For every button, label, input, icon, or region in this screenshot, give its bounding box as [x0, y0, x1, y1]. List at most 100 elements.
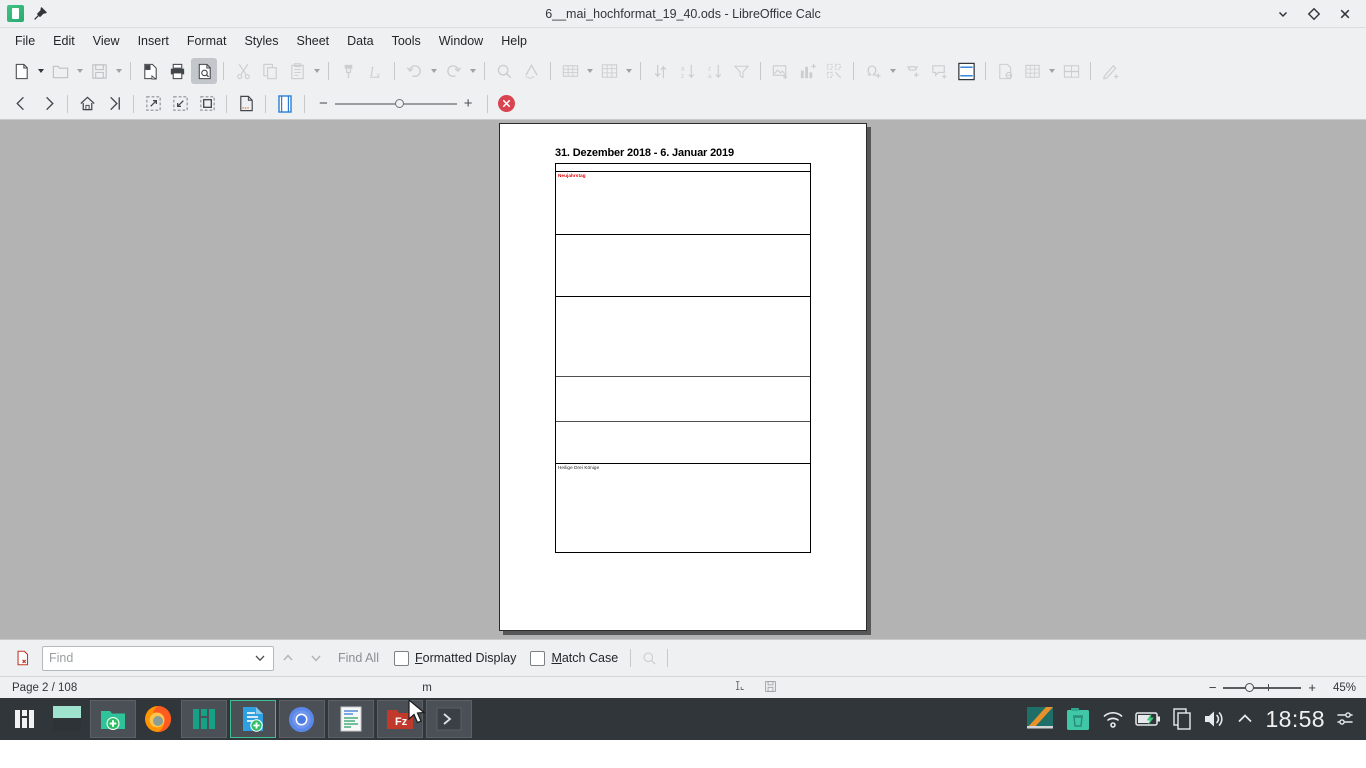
- menu-data[interactable]: Data: [338, 31, 382, 51]
- search-input-wrapper[interactable]: [42, 646, 274, 671]
- menu-window[interactable]: Window: [430, 31, 492, 51]
- display-settings-icon[interactable]: [1026, 706, 1054, 732]
- taskbar-task-document-viewer[interactable]: [328, 700, 374, 738]
- column-dropdown[interactable]: [623, 58, 634, 84]
- clear-formatting-button[interactable]: Ix: [362, 58, 388, 84]
- freeze-rows-columns-button[interactable]: [953, 58, 979, 84]
- redo-dropdown[interactable]: [467, 58, 478, 84]
- checkbox-box[interactable]: [394, 651, 409, 666]
- undo-button[interactable]: [401, 58, 427, 84]
- taskbar-task-terminal[interactable]: [426, 700, 472, 738]
- menu-view[interactable]: View: [84, 31, 129, 51]
- match-case-checkbox[interactable]: Match Case: [523, 651, 625, 666]
- print-preview-toggle-button[interactable]: [191, 58, 217, 84]
- sliders-icon[interactable]: [1336, 710, 1354, 728]
- zoom-slider-track[interactable]: [1223, 687, 1301, 689]
- copy-button[interactable]: [257, 58, 283, 84]
- autofilter-button[interactable]: [728, 58, 754, 84]
- sort-ascending-button[interactable]: az: [674, 58, 700, 84]
- menu-tools[interactable]: Tools: [383, 31, 430, 51]
- battery-icon[interactable]: [1135, 711, 1161, 727]
- chevron-down-icon[interactable]: [253, 651, 267, 665]
- row-dropdown[interactable]: [584, 58, 595, 84]
- show-hidden-icons-button[interactable]: [1236, 711, 1254, 727]
- volume-icon[interactable]: [1203, 709, 1225, 729]
- new-document-dropdown[interactable]: [35, 58, 46, 84]
- menu-insert[interactable]: Insert: [129, 31, 178, 51]
- close-button[interactable]: [1338, 7, 1352, 21]
- find-and-replace-dialog-button[interactable]: [636, 645, 662, 671]
- headers-and-footers-button[interactable]: [992, 58, 1018, 84]
- preview-zoom-in-button[interactable]: +: [464, 96, 473, 111]
- menu-sheet[interactable]: Sheet: [287, 31, 338, 51]
- insert-comment-button[interactable]: [926, 58, 952, 84]
- paste-dropdown[interactable]: [311, 58, 322, 84]
- draw-functions-button[interactable]: [1097, 58, 1123, 84]
- pivot-table-button[interactable]: [821, 58, 847, 84]
- menu-file[interactable]: File: [6, 31, 44, 51]
- open-dropdown[interactable]: [74, 58, 85, 84]
- checkbox-box[interactable]: [530, 651, 545, 666]
- page-format-button[interactable]: [233, 91, 259, 117]
- preview-zoom-out-button[interactable]: −: [319, 96, 328, 111]
- insert-hyperlink-button[interactable]: [899, 58, 925, 84]
- save-state-icon[interactable]: [764, 680, 777, 696]
- define-print-area-button[interactable]: [1019, 58, 1045, 84]
- menu-styles[interactable]: Styles: [235, 31, 287, 51]
- taskbar-task-manjaro-settings[interactable]: [181, 700, 227, 738]
- close-circle-icon[interactable]: [498, 95, 515, 112]
- clone-formatting-button[interactable]: [335, 58, 361, 84]
- previous-page-button[interactable]: [8, 91, 34, 117]
- find-previous-button[interactable]: [274, 645, 302, 671]
- zoom-in-button[interactable]: +: [1308, 681, 1316, 694]
- search-input[interactable]: [49, 651, 253, 665]
- find-next-button[interactable]: [302, 645, 330, 671]
- zoom-percent[interactable]: 45%: [1326, 682, 1356, 694]
- wifi-icon[interactable]: [1102, 709, 1124, 729]
- next-page-button[interactable]: [35, 91, 61, 117]
- menu-help[interactable]: Help: [492, 31, 536, 51]
- maximize-button[interactable]: [1307, 7, 1321, 21]
- print-preview-area[interactable]: 31. Dezember 2018 - 6. Januar 2019 Neuja…: [0, 120, 1366, 639]
- zoom-out-button[interactable]: −: [1209, 681, 1217, 694]
- menu-launcher-button[interactable]: [5, 700, 45, 738]
- save-button[interactable]: [86, 58, 112, 84]
- export-pdf-button[interactable]: [137, 58, 163, 84]
- pin-icon[interactable]: [32, 6, 48, 22]
- zoom-slider[interactable]: − +: [1209, 681, 1316, 694]
- split-window-button[interactable]: [1058, 58, 1084, 84]
- row-button[interactable]: [557, 58, 583, 84]
- define-print-area-dropdown[interactable]: [1046, 58, 1057, 84]
- taskbar-file-manager[interactable]: [90, 700, 136, 738]
- clock[interactable]: 18:58: [1265, 706, 1325, 733]
- find-all-button[interactable]: Find All: [330, 651, 387, 665]
- clipboard-icon[interactable]: [1172, 708, 1192, 730]
- open-button[interactable]: [47, 58, 73, 84]
- last-page-button[interactable]: [101, 91, 127, 117]
- redo-button[interactable]: [440, 58, 466, 84]
- column-button[interactable]: [596, 58, 622, 84]
- first-page-button[interactable]: [74, 91, 100, 117]
- full-screen-button[interactable]: [194, 91, 220, 117]
- taskbar-task-chromium[interactable]: [279, 700, 325, 738]
- print-button[interactable]: [164, 58, 190, 84]
- desktop-pager[interactable]: [47, 700, 87, 738]
- save-dropdown[interactable]: [113, 58, 124, 84]
- menu-format[interactable]: Format: [178, 31, 236, 51]
- cut-button[interactable]: [230, 58, 256, 84]
- find-and-replace-button[interactable]: [491, 58, 517, 84]
- formatted-display-checkbox[interactable]: Formatted Display: [387, 651, 523, 666]
- spelling-button[interactable]: [518, 58, 544, 84]
- taskbar-task-filezilla[interactable]: Fz: [377, 700, 423, 738]
- sort-button[interactable]: [647, 58, 673, 84]
- special-character-button[interactable]: Ω: [860, 58, 886, 84]
- zoom-out-button[interactable]: [167, 91, 193, 117]
- taskbar-firefox[interactable]: [138, 700, 178, 738]
- zoom-slider-thumb[interactable]: [1245, 683, 1254, 692]
- menu-edit[interactable]: Edit: [44, 31, 84, 51]
- undo-dropdown[interactable]: [428, 58, 439, 84]
- insert-chart-button[interactable]: [794, 58, 820, 84]
- preview-zoom-slider[interactable]: [335, 103, 457, 105]
- zoom-in-button[interactable]: [140, 91, 166, 117]
- taskbar-task-libreoffice-calc[interactable]: [230, 700, 276, 738]
